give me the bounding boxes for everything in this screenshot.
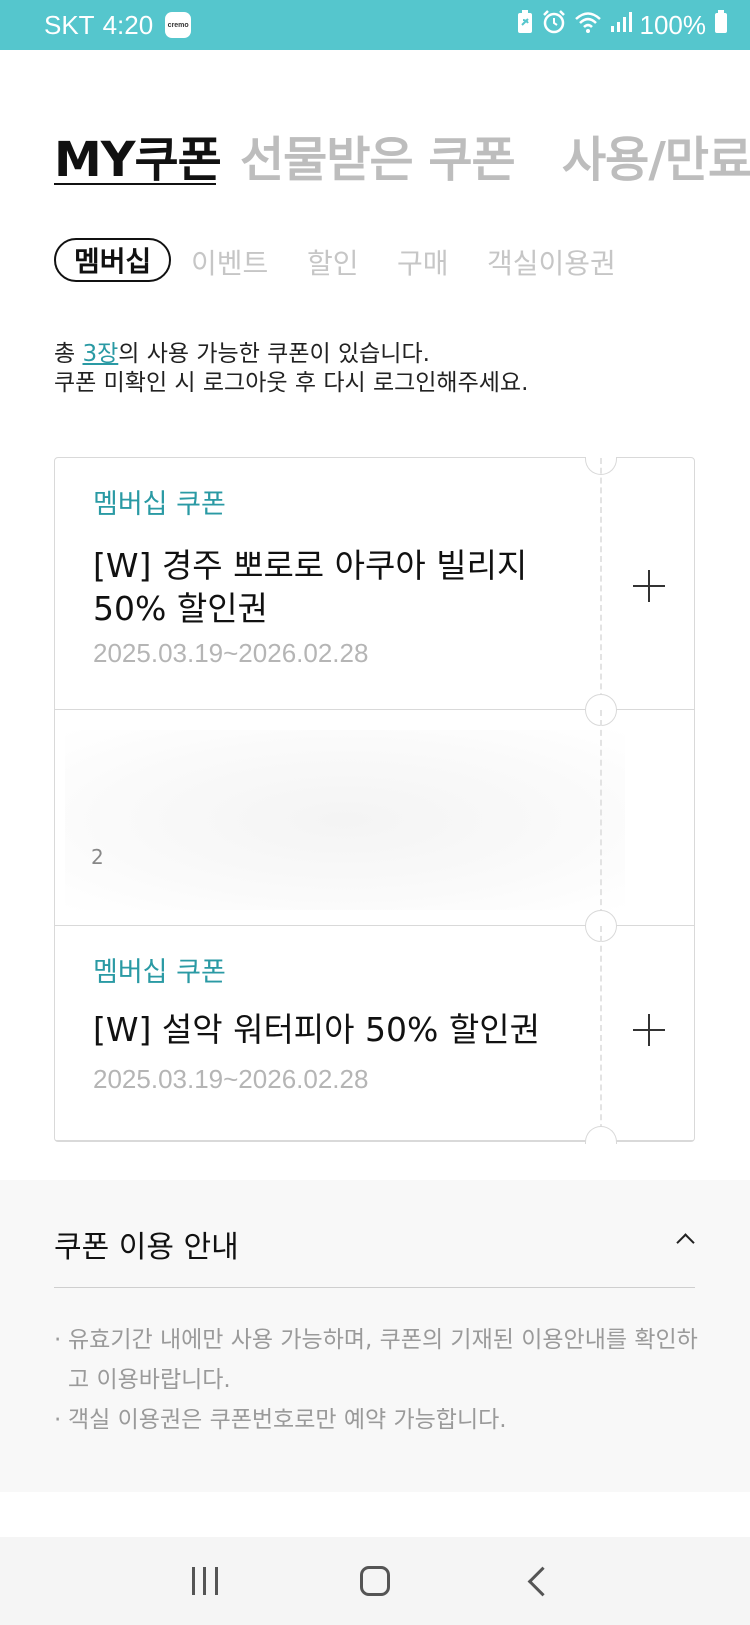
coupon-type: 멤버십 쿠폰 xyxy=(93,957,226,988)
ticket-divider xyxy=(600,926,602,1140)
subtab-event[interactable]: 이벤트 xyxy=(191,240,268,284)
guide-item: 객실 이용권은 쿠폰번호로만 예약 가능합니다. xyxy=(54,1400,704,1440)
ticket-divider xyxy=(600,458,602,709)
back-button[interactable] xyxy=(518,1561,558,1601)
system-nav-bar xyxy=(0,1537,750,1625)
clock: 4:20 xyxy=(102,9,154,40)
redacted-content xyxy=(65,730,625,910)
signal-icon xyxy=(610,10,632,41)
plus-icon[interactable] xyxy=(627,564,671,608)
home-icon xyxy=(359,1566,390,1596)
coupon-list: 멤버십 쿠폰 [W] 경주 뽀로로 아쿠아 빌리지 50% 할인권 2025.0… xyxy=(54,457,695,1144)
coupon-card[interactable]: 2 xyxy=(55,710,694,926)
cremo-app-icon: cremo xyxy=(165,12,192,38)
coupon-card[interactable]: 멤버십 쿠폰 [W] 경주 뽀로로 아쿠아 빌리지 50% 할인권 2025.0… xyxy=(55,458,694,710)
coupon-count: 3장 xyxy=(82,341,119,367)
battery-percent: 100% xyxy=(639,9,707,40)
recent-apps-icon xyxy=(191,1567,218,1595)
coupon-usage-guide: 쿠폰 이용 안내 유효기간 내에만 사용 가능하며, 쿠폰의 기재된 이용안내를… xyxy=(0,1180,750,1492)
coupon-title: [W] 설악 워터피아 50% 할인권 xyxy=(93,1010,540,1049)
info-relogin-note: 쿠폰 미확인 시 로그아웃 후 다시 로그인해주세요. xyxy=(54,370,529,396)
tab-gifted-coupon[interactable]: 선물받은 쿠폰 xyxy=(240,120,516,190)
subtab-discount[interactable]: 할인 xyxy=(307,240,359,284)
coupon-type: 멤버십 쿠폰 xyxy=(93,489,226,520)
coupon-count-info: 총 3장의 사용 가능한 쿠폰이 있습니다. 쿠폰 미확인 시 로그아웃 후 다… xyxy=(54,340,528,398)
wifi-icon xyxy=(574,10,602,41)
plus-icon[interactable] xyxy=(627,1008,671,1052)
info-prefix: 총 xyxy=(54,341,83,367)
tab-used-expired[interactable]: 사용/만료 xyxy=(562,120,750,190)
guide-title[interactable]: 쿠폰 이용 안내 xyxy=(54,1222,239,1266)
coupon-period: 2025.03.19~2026.02.28 xyxy=(93,638,369,668)
status-bar: SKT 4:20 cremo 100% xyxy=(0,0,750,50)
coupon-period: 2025.03.19~2026.02.28 xyxy=(93,1064,369,1094)
chevron-up-icon[interactable] xyxy=(676,1230,694,1248)
alarm-icon xyxy=(542,9,566,41)
coupon-period: 2 xyxy=(91,845,104,869)
active-tab-indicator xyxy=(54,183,216,185)
divider xyxy=(54,1287,695,1288)
tab-my-coupon[interactable]: MY쿠폰 xyxy=(54,120,222,190)
subtab-room-voucher[interactable]: 객실이용권 xyxy=(487,240,616,284)
subtab-purchase[interactable]: 구매 xyxy=(397,240,449,284)
recent-apps-button[interactable] xyxy=(191,1561,232,1601)
battery-icon xyxy=(714,9,728,41)
coupon-category-tabs: MY쿠폰 선물받은 쿠폰 사용/만료 xyxy=(0,110,750,190)
carrier-label: SKT xyxy=(44,9,95,40)
coupon-title: [W] 경주 뽀로로 아쿠아 빌리지 50% 할인권 xyxy=(93,546,528,628)
coupon-card[interactable]: 멤버십 쿠폰 [W] 설악 워터피아 50% 할인권 2025.03.19~20… xyxy=(55,926,694,1141)
battery-saver-icon xyxy=(516,9,534,41)
info-suffix: 의 사용 가능한 쿠폰이 있습니다. xyxy=(118,341,430,367)
subtab-membership[interactable]: 멤버십 xyxy=(54,238,172,282)
guide-item: 유효기간 내에만 사용 가능하며, 쿠폰의 기재된 이용안내를 확인하고 이용바… xyxy=(54,1320,704,1400)
home-button[interactable] xyxy=(355,1561,395,1601)
ticket-divider xyxy=(600,710,602,925)
